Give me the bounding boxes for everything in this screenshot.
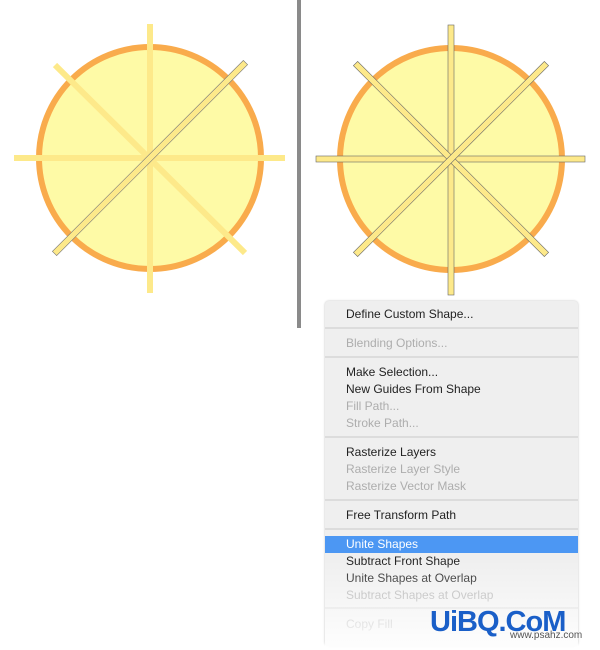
left-sun-shape: [14, 24, 285, 293]
menu-item[interactable]: Rasterize Layers: [325, 444, 578, 461]
menu-separator: [325, 356, 578, 358]
menu-item: Rasterize Vector Mask: [346, 479, 467, 493]
menu-item[interactable]: Define Custom Shape...: [325, 306, 578, 323]
menu-item: Stroke Path...: [346, 416, 419, 430]
right-sun-shape: [315, 24, 586, 296]
menu-item: Fill Path...: [346, 399, 400, 413]
context-menu: Define Custom Shape... Blending Options..…: [325, 301, 578, 646]
menu-separator: [325, 528, 578, 530]
menu-separator: [325, 499, 578, 501]
watermark-logo: UiBQ.CoM www.psahz.com: [430, 606, 583, 641]
menu-item: Rasterize Layer Style: [346, 462, 461, 476]
menu-item[interactable]: Unite Shapes at Overlap: [325, 570, 578, 587]
menu-item: Subtract Shapes at Overlap: [346, 588, 494, 602]
menu-separator: [325, 436, 578, 438]
menu-separator: [325, 327, 578, 329]
menu-item[interactable]: Subtract Front Shape: [325, 553, 578, 570]
menu-item[interactable]: Unite Shapes: [325, 536, 578, 553]
panel-divider: [297, 0, 301, 328]
menu-item[interactable]: Make Selection...: [325, 364, 578, 381]
menu-item[interactable]: Free Transform Path: [325, 507, 578, 524]
menu-item: Blending Options...: [346, 336, 448, 350]
menu-item[interactable]: New Guides From Shape: [325, 381, 578, 398]
